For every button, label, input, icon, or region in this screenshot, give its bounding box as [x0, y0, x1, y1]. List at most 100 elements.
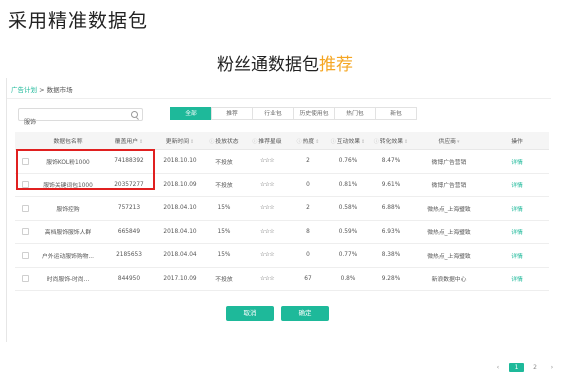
detail-link[interactable]: 详情	[511, 254, 523, 260]
row-checkbox[interactable]	[21, 204, 29, 212]
col-header-status: ⓘ投放状态	[203, 132, 245, 150]
cell-supplier: 微博广告营销	[413, 173, 485, 197]
pagination-prev[interactable]: ‹	[492, 363, 504, 372]
cell-conversion: 8.47%	[369, 149, 413, 174]
cell-status: 不投放	[203, 173, 245, 197]
data-market-panel: 广告计划 > 数据市场 全部 推荐 行业包 历史使用包 热门包 新包 数据包名称…	[6, 78, 553, 372]
cell-supplier: 微热点_上海璧致	[413, 220, 485, 244]
cell-supplier: 微热点_上海璧致	[413, 243, 485, 268]
tab-new[interactable]: 新包	[375, 107, 417, 120]
cell-action: 详情	[485, 243, 549, 268]
row-checkbox[interactable]	[21, 275, 29, 283]
cell-updated: 2018.04.04	[157, 243, 203, 268]
breadcrumb-separator: >	[39, 86, 45, 94]
pagination-page-1[interactable]: 1	[509, 363, 524, 372]
tab-history[interactable]: 历史使用包	[293, 107, 335, 120]
sort-icon[interactable]: ⇕	[404, 139, 408, 145]
cell-rating: ☆☆☆	[245, 173, 289, 197]
col-header-name: 数据包名称	[35, 132, 101, 150]
detail-link[interactable]: 详情	[511, 277, 523, 283]
detail-link[interactable]: 详情	[511, 160, 523, 166]
cell-heat: 0	[289, 173, 327, 197]
cell-updated: 2018.04.10	[157, 196, 203, 221]
breadcrumb-current: 数据市场	[46, 86, 73, 94]
cell-interaction: 0.8%	[327, 267, 369, 291]
col-header-action: 操作	[485, 132, 549, 150]
cell-conversion: 6.88%	[369, 196, 413, 221]
table-row: 户外运动服饰购物... 2185653 2018.04.04 15% ☆☆☆ 0…	[15, 243, 549, 268]
col-header-conversion[interactable]: ⓘ转化效果⇕	[369, 132, 413, 150]
cell-name: 高档服饰服饰人群	[35, 220, 101, 244]
tab-all[interactable]: 全部	[170, 107, 212, 120]
col-header-interaction[interactable]: ⓘ互动效果⇕	[327, 132, 369, 150]
cell-heat: 8	[289, 220, 327, 244]
row-checkbox-cell	[15, 243, 35, 268]
cell-status: 15%	[203, 243, 245, 268]
cell-interaction: 0.76%	[327, 149, 369, 174]
cell-coverage: 757213	[101, 196, 157, 221]
cell-conversion: 9.61%	[369, 173, 413, 197]
filter-tabs: 全部 推荐 行业包 历史使用包 热门包 新包	[170, 107, 417, 120]
cell-action: 详情	[485, 149, 549, 174]
col-header-updated[interactable]: 更新时间⇕	[157, 132, 203, 150]
sort-icon[interactable]: ⇕	[315, 139, 319, 145]
tab-industry[interactable]: 行业包	[252, 107, 294, 120]
sort-icon[interactable]: ⇕	[139, 139, 143, 145]
cell-rating: ☆☆☆	[245, 220, 289, 244]
cell-supplier: 微热点_上海璧致	[413, 196, 485, 221]
cell-rating: ☆☆☆	[245, 149, 289, 174]
info-icon: ⓘ	[373, 139, 379, 145]
cell-interaction: 0.77%	[327, 243, 369, 268]
cell-rating: ☆☆☆	[245, 243, 289, 268]
cell-name: 时尚服饰-时尚...	[35, 267, 101, 291]
cell-coverage: 2185653	[101, 243, 157, 268]
table-row: 高档服饰服饰人群 665849 2018.04.10 15% ☆☆☆ 8 0.5…	[15, 220, 549, 244]
cell-supplier: 新浪数据中心	[413, 267, 485, 291]
cell-rating: ☆☆☆	[245, 196, 289, 221]
cell-status: 不投放	[203, 149, 245, 174]
detail-link[interactable]: 详情	[511, 230, 523, 236]
col-header-coverage[interactable]: 覆盖用户⇕	[101, 132, 157, 150]
pagination-next[interactable]: ›	[546, 363, 558, 372]
cell-status: 15%	[203, 220, 245, 244]
cell-status: 不投放	[203, 267, 245, 291]
cell-coverage: 665849	[101, 220, 157, 244]
col-header-rating: ⓘ推荐星级	[245, 132, 289, 150]
confirm-button[interactable]: 确定	[281, 306, 329, 321]
sort-icon[interactable]: ⇕	[361, 139, 365, 145]
info-icon: ⓘ	[209, 139, 215, 145]
table-row: 服饰控购 757213 2018.04.10 15% ☆☆☆ 2 0.58% 6…	[15, 196, 549, 221]
row-checkbox[interactable]	[21, 251, 29, 259]
breadcrumb-link-ad-plan[interactable]: 广告计划	[11, 86, 37, 94]
detail-link[interactable]: 详情	[511, 183, 523, 189]
cell-updated: 2017.10.09	[157, 267, 203, 291]
row-checkbox-cell	[15, 196, 35, 221]
cell-supplier: 微博广告营销	[413, 149, 485, 174]
cell-action: 详情	[485, 267, 549, 291]
filter-icon[interactable]: ▾	[457, 139, 460, 145]
search-input[interactable]	[19, 116, 124, 127]
cell-coverage: 844950	[101, 267, 157, 291]
cell-heat: 2	[289, 149, 327, 174]
pagination-page-2[interactable]: 2	[529, 363, 541, 372]
search-icon[interactable]	[131, 111, 138, 118]
cell-name: 服饰控购	[35, 196, 101, 221]
tab-popular[interactable]: 热门包	[334, 107, 376, 120]
info-icon: ⓘ	[296, 139, 302, 145]
cancel-button[interactable]: 取消	[226, 306, 274, 321]
row-checkbox-cell	[15, 220, 35, 244]
row-checkbox[interactable]	[21, 228, 29, 236]
cell-action: 详情	[485, 173, 549, 197]
col-header-heat[interactable]: ⓘ热度⇕	[289, 132, 327, 150]
highlight-annotation-box	[16, 149, 155, 190]
search-box	[18, 108, 143, 127]
sort-icon[interactable]: ⇕	[190, 139, 194, 145]
col-header-supplier[interactable]: 供应商▾	[413, 132, 485, 150]
page-heading: 采用精准数据包	[8, 10, 149, 32]
cell-status: 15%	[203, 196, 245, 221]
pagination: ‹ 1 2 ›	[487, 363, 558, 372]
table-row: 时尚服饰-时尚... 844950 2017.10.09 不投放 ☆☆☆ 67 …	[15, 267, 549, 291]
tab-recommended[interactable]: 推荐	[211, 107, 253, 120]
detail-link[interactable]: 详情	[511, 207, 523, 213]
cell-conversion: 9.28%	[369, 267, 413, 291]
